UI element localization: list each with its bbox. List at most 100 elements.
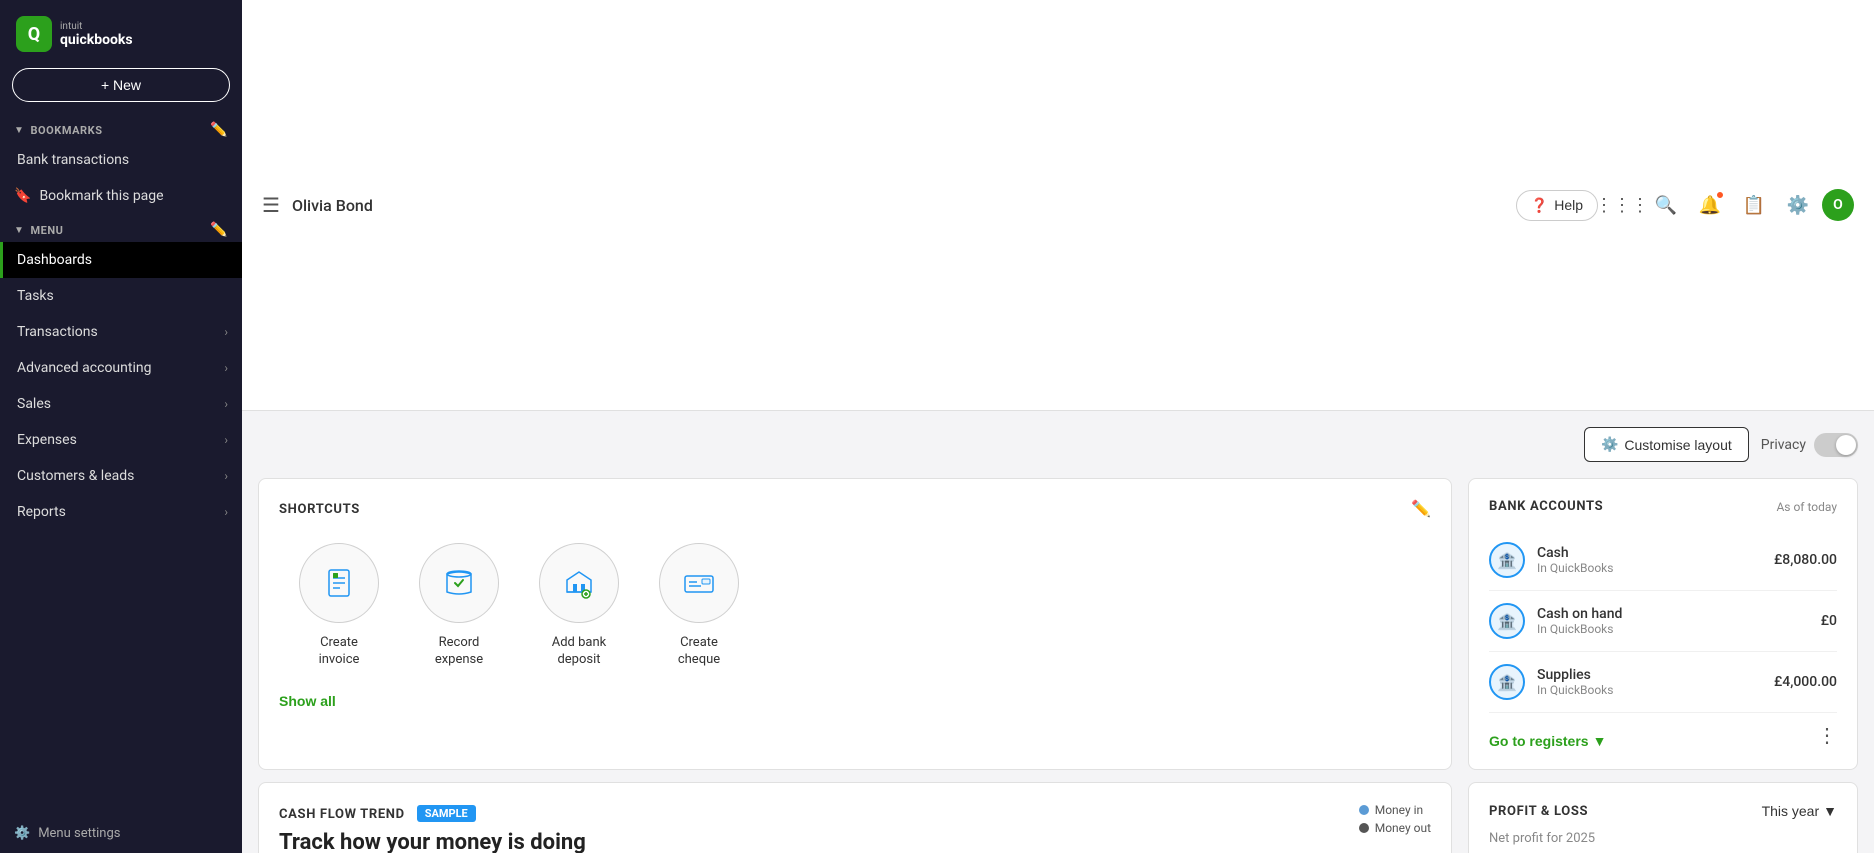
menu-edit-icon[interactable]: ✏️ [210,222,228,238]
go-to-registers-button[interactable]: Go to registers ▼ [1489,733,1606,749]
sample-badge: SAMPLE [417,805,476,822]
logo-text: intuit quickbooks [60,21,133,48]
notifications-button[interactable]: 🔔 [1690,185,1730,225]
gear-icon: ⚙️ [1787,195,1809,216]
bookmarks-chevron-icon: ▼ [14,125,24,136]
go-to-registers-chevron-icon: ▼ [1593,733,1607,749]
bank-name-cash: Cash [1537,545,1762,561]
shortcut-create-invoice[interactable]: Createinvoice [299,543,379,669]
clipboard-icon: 📋 [1743,195,1765,216]
go-to-registers-label: Go to registers [1489,733,1589,749]
menu-settings[interactable]: ⚙️ Menu settings [0,814,242,853]
money-out-label: Money out [1375,821,1431,835]
help-button[interactable]: ❓ Help [1516,190,1598,221]
as-of-today-label: As of today [1776,500,1837,514]
cash-flow-legend: Money in Money out [1359,803,1431,835]
toggle-knob [1836,435,1856,455]
customers-leads-chevron-icon: › [224,469,228,483]
hamburger-menu-icon[interactable]: ☰ [262,193,280,218]
sidebar-item-advanced-accounting[interactable]: Advanced accounting › [0,350,242,386]
bank-account-cash-on-hand: 🏦 Cash on hand In QuickBooks £0 [1489,591,1837,652]
bank-accounts-footer: Go to registers ▼ ⋮ [1489,721,1837,749]
profit-loss-header: PROFIT & LOSS This year ▼ [1489,803,1837,819]
main-content: ⚙️ Customise layout Privacy SHORTCUTS ✏️ [242,411,1874,853]
topbar-user-name: Olivia Bond [292,196,373,215]
bank-amount-cash-on-hand: £0 [1821,613,1837,629]
privacy-toggle-switch[interactable] [1814,433,1858,457]
tasks-label: Tasks [17,288,54,304]
clipboard-button[interactable]: 📋 [1734,185,1774,225]
bookmarks-label: BOOKMARKS [30,124,102,137]
bookmarks-section-header[interactable]: ▼ BOOKMARKS ✏️ [0,114,242,142]
shortcuts-title: SHORTCUTS [279,502,360,517]
bank-name-supplies: Supplies [1537,667,1762,683]
settings-button[interactable]: ⚙️ [1778,185,1818,225]
year-selector-button[interactable]: This year ▼ [1762,803,1837,819]
help-label: Help [1554,197,1583,213]
bank-icon-supplies: 🏦 [1489,664,1525,700]
bank-icon-cash: 🏦 [1489,542,1525,578]
topbar-left: ☰ Olivia Bond [262,193,373,218]
top-cards-row: SHORTCUTS ✏️ [258,478,1858,770]
cash-flow-card: CASH FLOW TREND SAMPLE Track how your mo… [258,782,1452,853]
topbar: ☰ Olivia Bond ❓ Help ⋮⋮⋮ 🔍 🔔 📋 ⚙️ [242,0,1874,411]
customise-layout-button[interactable]: ⚙️ Customise layout [1584,427,1749,462]
bank-info-cash-on-hand: Cash on hand In QuickBooks [1537,606,1809,636]
sidebar-item-customers-leads[interactable]: Customers & leads › [0,458,242,494]
bank-info-supplies: Supplies In QuickBooks [1537,667,1762,697]
bank-amount-cash: £8,080.00 [1774,552,1837,568]
shortcut-create-cheque[interactable]: Createcheque [659,543,739,669]
shortcut-add-bank-deposit[interactable]: Add bankdeposit [539,543,619,669]
reports-chevron-icon: › [224,505,228,519]
shortcuts-edit-button[interactable]: ✏️ [1411,499,1431,519]
customise-icon: ⚙️ [1601,436,1618,453]
bottom-cards-row: CASH FLOW TREND SAMPLE Track how your mo… [258,782,1858,853]
advanced-accounting-chevron-icon: › [224,361,228,375]
bank-amount-supplies: £4,000.00 [1774,674,1837,690]
cash-flow-tag: CASH FLOW TREND [279,807,405,822]
cash-flow-content: CASH FLOW TREND SAMPLE Track how your mo… [279,803,886,853]
sidebar-item-bank-transactions[interactable]: Bank transactions [0,142,242,178]
shortcuts-card: SHORTCUTS ✏️ [258,478,1452,770]
record-expense-label: Recordexpense [435,635,483,669]
logo-quickbooks: quickbooks [60,32,133,48]
apps-grid-button[interactable]: ⋮⋮⋮ [1602,185,1642,225]
avatar[interactable]: O [1822,189,1854,221]
profit-loss-card: PROFIT & LOSS This year ▼ Net profit for… [1468,782,1858,853]
add-bank-deposit-icon [539,543,619,623]
net-profit-label: Net profit for 2025 [1489,831,1837,846]
bank-accounts-more-button[interactable]: ⋮ [1817,723,1837,748]
sidebar-item-sales[interactable]: Sales › [0,386,242,422]
sidebar-item-transactions[interactable]: Transactions › [0,314,242,350]
sidebar-item-dashboards[interactable]: Dashboards [0,242,242,278]
customise-label: Customise layout [1624,437,1731,453]
grid-icon: ⋮⋮⋮ [1595,195,1649,216]
bank-account-supplies: 🏦 Supplies In QuickBooks £4,000.00 [1489,652,1837,713]
sales-chevron-icon: › [224,397,228,411]
sidebar-item-bookmark-page[interactable]: 🔖 Bookmark this page [0,178,242,214]
sidebar-item-tasks[interactable]: Tasks [0,278,242,314]
bookmarks-edit-icon[interactable]: ✏️ [210,122,228,138]
new-button[interactable]: + New [12,68,230,102]
record-expense-icon [419,543,499,623]
show-all-button[interactable]: Show all [279,689,336,713]
menu-settings-label: Menu settings [38,826,120,841]
bank-account-cash: 🏦 Cash In QuickBooks £8,080.00 [1489,530,1837,591]
bank-accounts-card: BANK ACCOUNTS As of today 🏦 Cash In Quic… [1468,478,1858,770]
bank-accounts-header: BANK ACCOUNTS As of today [1489,499,1837,514]
bank-name-cash-on-hand: Cash on hand [1537,606,1809,622]
bank-info-cash: Cash In QuickBooks [1537,545,1762,575]
year-selector-label: This year [1762,803,1820,819]
menu-section-header[interactable]: ▼ MENU ✏️ [0,214,242,242]
quickbooks-logo-icon: Q [16,16,52,52]
transactions-chevron-icon: › [224,325,228,339]
search-button[interactable]: 🔍 [1646,185,1686,225]
bookmark-page-label: Bookmark this page [39,188,163,204]
sidebar-item-reports[interactable]: Reports › [0,494,242,530]
shortcut-record-expense[interactable]: Recordexpense [419,543,499,669]
money-out-dot [1359,823,1369,833]
sidebar-item-expenses[interactable]: Expenses › [0,422,242,458]
create-cheque-icon [659,543,739,623]
profit-loss-title: PROFIT & LOSS [1489,804,1588,819]
sidebar-logo: Q intuit quickbooks [0,0,242,64]
